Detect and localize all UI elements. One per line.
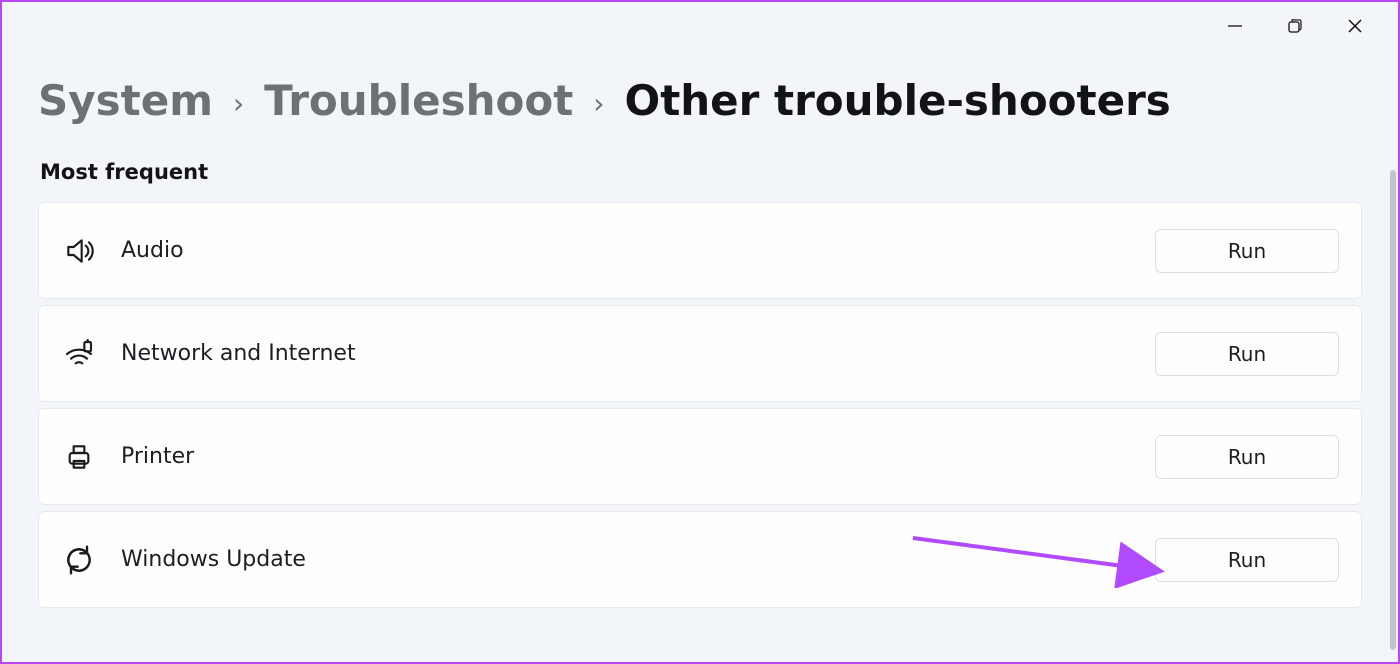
troubleshooter-label: Printer (121, 444, 1155, 469)
troubleshooter-list: Audio Run Network and Internet Run (38, 202, 1362, 608)
scrollbar[interactable] (1390, 170, 1396, 650)
breadcrumb-system[interactable]: System (38, 80, 213, 122)
run-button[interactable]: Run (1155, 332, 1339, 376)
troubleshooter-audio: Audio Run (38, 202, 1362, 299)
audio-icon (61, 233, 97, 269)
breadcrumb-current: Other trouble-shooters (625, 80, 1171, 122)
troubleshooter-label: Audio (121, 238, 1155, 263)
network-icon (61, 336, 97, 372)
chevron-right-icon: › (233, 90, 244, 118)
chevron-right-icon: › (593, 90, 604, 118)
maximize-button[interactable] (1280, 11, 1310, 41)
troubleshooter-windows-update: Windows Update Run (38, 511, 1362, 608)
breadcrumb: System › Troubleshoot › Other trouble-sh… (38, 80, 1362, 122)
printer-icon (61, 439, 97, 475)
run-button[interactable]: Run (1155, 229, 1339, 273)
troubleshooter-printer: Printer Run (38, 408, 1362, 505)
run-button[interactable]: Run (1155, 538, 1339, 582)
close-button[interactable] (1340, 11, 1370, 41)
run-button[interactable]: Run (1155, 435, 1339, 479)
troubleshooter-label: Windows Update (121, 547, 1155, 572)
window-controls (1220, 2, 1398, 50)
main-content: System › Troubleshoot › Other trouble-sh… (2, 2, 1398, 608)
troubleshooter-network: Network and Internet Run (38, 305, 1362, 402)
section-title: Most frequent (38, 160, 1362, 184)
troubleshooter-label: Network and Internet (121, 341, 1155, 366)
minimize-button[interactable] (1220, 11, 1250, 41)
update-icon (61, 542, 97, 578)
breadcrumb-troubleshoot[interactable]: Troubleshoot (264, 80, 573, 122)
